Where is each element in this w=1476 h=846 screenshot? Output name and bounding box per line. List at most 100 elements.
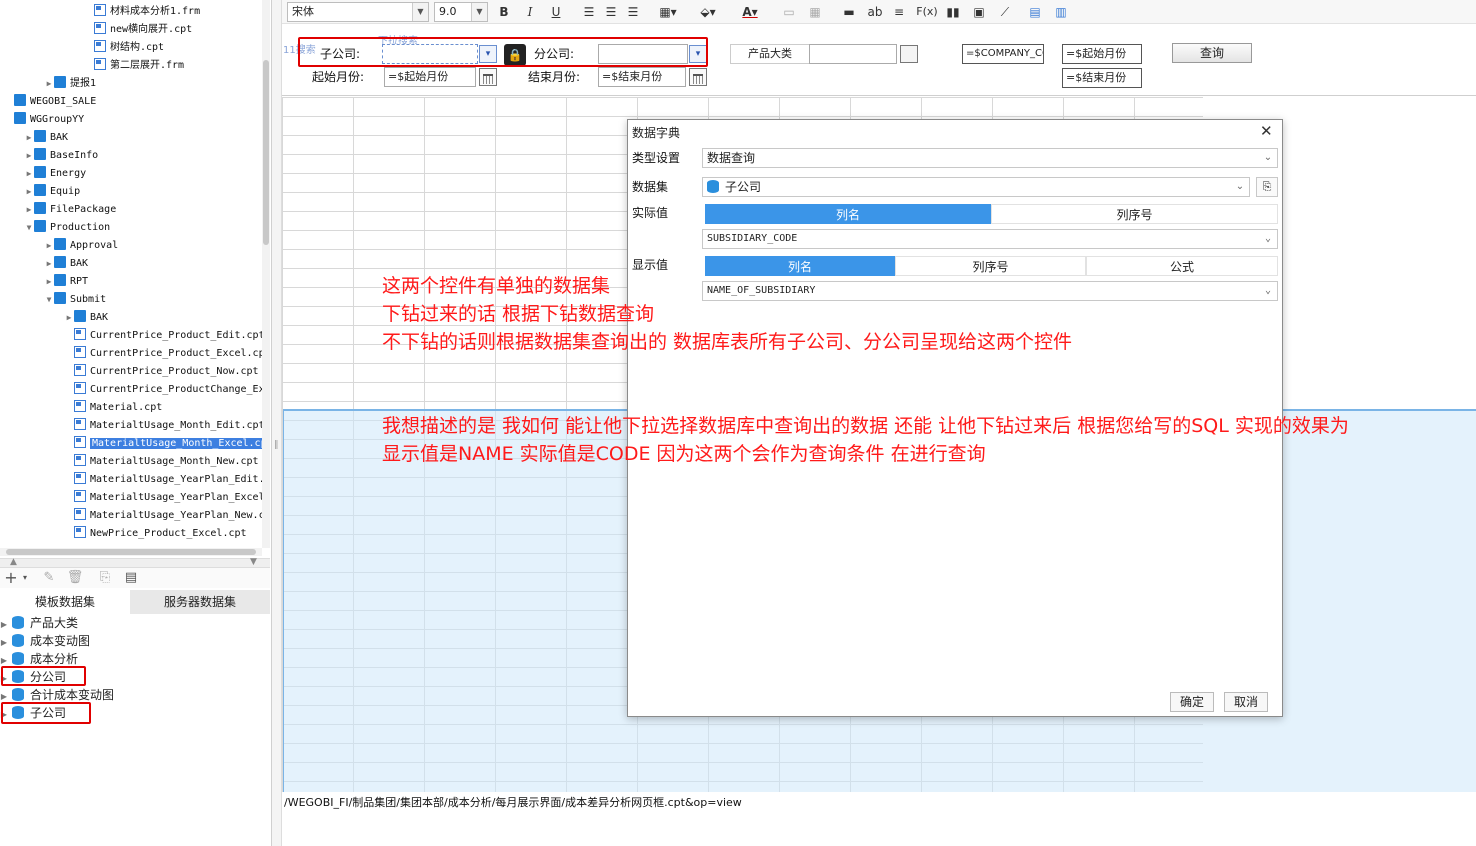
chevron-down-icon[interactable]: ▼ [471,3,487,21]
chevron-right-icon[interactable]: ▶ [24,183,34,201]
chevron-down-icon[interactable]: ⌄ [1259,149,1277,167]
cancel-button[interactable]: 取消 [1224,692,1268,712]
underline-button[interactable]: U [548,3,564,21]
chevron-right-icon[interactable]: ▶ [44,255,54,273]
close-icon[interactable]: ✕ [1260,122,1273,140]
tree-item[interactable]: ▶ BAK [44,255,88,273]
insert-image-icon[interactable]: ▣ [970,3,988,21]
end-month-calendar-icon[interactable] [689,68,707,86]
chevron-down-icon[interactable]: ⌄ [1231,178,1249,196]
end-month-input[interactable]: =$结束月份 [598,67,686,87]
chevron-down-icon[interactable]: ⌄ [1259,230,1277,248]
tree-item[interactable]: NewPrice_Product_Excel.cpt [64,525,247,543]
split-cells-icon[interactable]: ▦ [806,3,824,21]
panel-gutter[interactable] [272,0,282,846]
tree-item[interactable]: CurrentPrice_Product_Now.cpt [64,363,259,381]
display-tab-column-name[interactable]: 列名 [705,256,895,276]
insert-subreport-icon[interactable]: ▤ [1026,3,1044,21]
chevron-right-icon[interactable]: ▶ [24,147,34,165]
gutter-handle-icon[interactable]: ‖ [274,440,279,450]
product-category-combo[interactable] [809,44,897,64]
display-value-select[interactable]: NAME_OF_SUBSIDIARY ⌄ [702,281,1278,301]
panel-splitter[interactable]: ▲ ▼ [0,557,270,568]
tree-item[interactable]: ▶ BAK [24,129,68,147]
ok-button[interactable]: 确定 [1170,692,1214,712]
bold-button[interactable]: B [496,3,512,21]
actual-value-select[interactable]: SUBSIDIARY_CODE ⌄ [702,229,1278,249]
cell-attributes-icon[interactable]: ▥ [1052,3,1070,21]
query-button[interactable]: 查询 [1172,43,1252,63]
tree-item[interactable]: ▶ BAK [64,309,108,327]
dataset-preview-icon[interactable]: ⎘ [1256,177,1278,197]
tab-server-dataset[interactable]: 服务器数据集 [130,590,270,614]
insert-chart-icon[interactable]: ▮▮ [944,3,962,21]
tree-item[interactable]: MaterialtUsage_YearPlan_New.cp [64,507,262,525]
tree-item[interactable]: 材料成本分析1.frm [84,3,200,21]
tree-item[interactable]: MaterialtUsage_Month_Excel.cpt [64,435,262,453]
tree-item[interactable]: ▶ Equip [24,183,80,201]
dataset-select[interactable]: 子公司 ⌄ [702,177,1250,197]
align-left-icon[interactable]: ☰ [580,3,598,21]
insert-slash-icon[interactable]: ⟋ [996,3,1014,21]
tree-item[interactable]: MaterialtUsage_YearPlan_Edit.c [64,471,262,489]
chevron-right-icon[interactable]: ▶ [24,201,34,219]
tree-item[interactable]: ▶ FilePackage [24,201,116,219]
chevron-right-icon[interactable]: ▶ [44,75,54,93]
collapse-down-icon[interactable]: ▼ [250,557,257,567]
chevron-right-icon[interactable]: ▶ [44,273,54,291]
align-right-icon[interactable]: ☰ [624,3,642,21]
tree-item[interactable]: WGGroupYY [4,111,84,129]
chevron-right-icon[interactable]: ▶ [64,309,74,327]
collapse-up-icon[interactable]: ▲ [10,557,17,567]
product-category-picker-icon[interactable] [900,45,918,63]
tree-item[interactable]: Material.cpt [64,399,162,417]
tree-vertical-scroll-thumb[interactable] [263,60,269,245]
display-tab-formula[interactable]: 公式 [1086,256,1278,276]
tree-item[interactable]: ▶ BaseInfo [24,147,98,165]
chevron-down-icon[interactable]: ⌄ [1259,282,1277,300]
preview-icon[interactable]: ⎘ [96,570,114,586]
insert-control-icon[interactable]: ▬ [840,3,858,21]
tree-item[interactable]: CurrentPrice_ProductChange_Exc [64,381,262,399]
tree-item[interactable]: ▶ 提报1 [44,75,96,93]
border-icon[interactable]: ▦▾ [654,3,682,21]
insert-formula-button[interactable]: F(x) [914,3,940,21]
tree-item[interactable]: new横向展开.cpt [84,21,192,39]
tree-item[interactable]: MaterialtUsage_Month_Edit.cpt [64,417,262,435]
chevron-right-icon[interactable]: ▶ [24,129,34,147]
tree-item[interactable]: CurrentPrice_Product_Edit.cpt [64,327,262,345]
type-setting-select[interactable]: 数据查询 ⌄ [702,148,1278,168]
actual-tab-column-name[interactable]: 列名 [705,204,991,224]
font-size-select[interactable]: 9.0 ▼ [434,2,488,22]
tree-item[interactable]: ▶ Approval [44,237,118,255]
dataset-item[interactable]: ▶ 成本变动图 [0,632,90,650]
font-color-icon[interactable]: A▾ [734,3,766,21]
tree-item[interactable]: CurrentPrice_Product_Excel.cpt [64,345,262,363]
insert-richtext-icon[interactable]: ≡ [890,3,908,21]
actual-tab-column-index[interactable]: 列序号 [991,204,1278,224]
add-dropdown-icon[interactable]: ▾ [16,570,34,586]
tree-horizontal-scroll-thumb[interactable] [6,549,256,555]
tree-item[interactable]: WEGOBI_SALE [4,93,96,111]
tree-item[interactable]: ▼ Production [24,219,110,237]
tree-item[interactable]: 树结构.cpt [84,39,164,57]
italic-button[interactable]: I [522,3,538,21]
delete-icon[interactable]: 🗑 [66,570,84,586]
merge-cells-icon[interactable]: ▭ [780,3,798,21]
display-tab-column-index[interactable]: 列序号 [895,256,1086,276]
tree-item[interactable]: ▶ Energy [24,165,86,183]
chevron-down-icon[interactable]: ▼ [44,291,54,309]
server-dataset-icon[interactable]: ▤ [122,570,140,586]
chevron-down-icon[interactable]: ▼ [24,219,34,237]
fill-color-icon[interactable]: ⬙▾ [694,3,722,21]
font-name-select[interactable]: 宋体 ▼ [287,2,429,22]
tab-template-dataset[interactable]: 模板数据集 [0,590,130,614]
start-month-input[interactable]: =$起始月份 [384,67,476,87]
tree-item[interactable]: ▼ Submit [44,291,106,309]
tree-item[interactable]: MaterialtUsage_Month_New.cpt [64,453,259,471]
tree-item[interactable]: MaterialtUsage_YearPlan_Excel. [64,489,262,507]
edit-icon[interactable]: ✎ [40,570,58,586]
tree-item[interactable]: ▶ RPT [44,273,88,291]
align-center-icon[interactable]: ☰ [602,3,620,21]
tree-item[interactable]: 第二层展开.frm [84,57,184,75]
